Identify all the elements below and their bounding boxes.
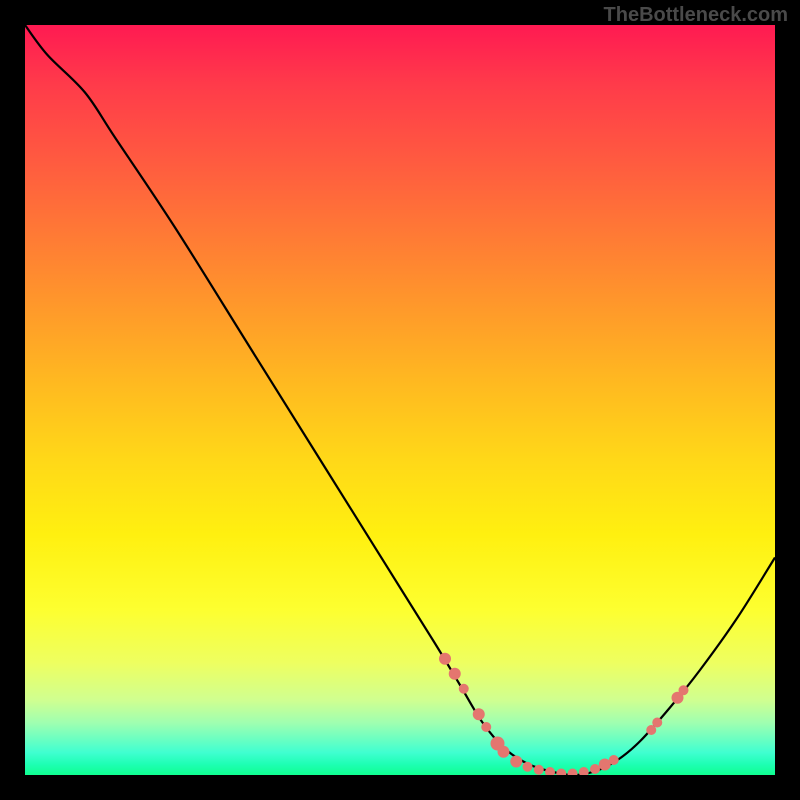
data-marker [652,718,662,728]
data-marker [473,708,485,720]
bottleneck-curve [25,25,775,775]
data-marker [439,653,451,665]
data-marker [568,769,578,776]
watermark-text: TheBottleneck.com [604,4,788,27]
data-marker [579,767,589,775]
data-marker [481,722,491,732]
data-marker [609,755,619,765]
data-marker [510,756,522,768]
data-marker [556,769,566,776]
plot-area [25,25,775,775]
data-marker [590,764,600,774]
data-marker [534,765,544,775]
data-marker [545,767,555,775]
data-marker [523,762,533,772]
data-marker [679,685,689,695]
curve-chart [25,25,775,775]
data-marker [449,668,461,680]
data-marker [498,746,510,758]
data-marker [459,684,469,694]
data-markers [439,653,689,775]
